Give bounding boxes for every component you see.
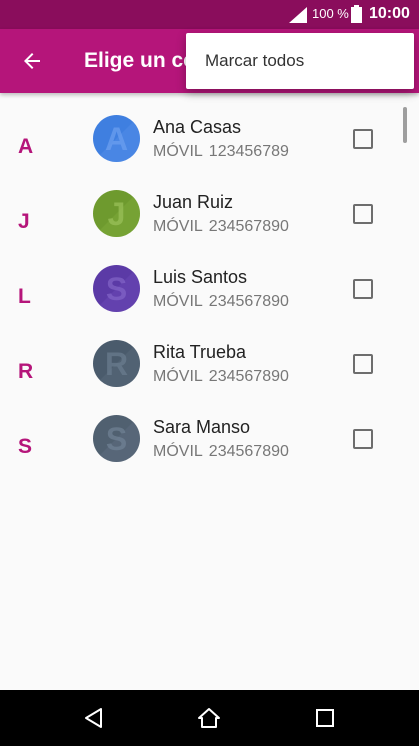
page-title: Elige un co bbox=[84, 49, 197, 72]
section-letter: L bbox=[18, 285, 31, 308]
contact-name: Rita Trueba bbox=[153, 342, 247, 362]
contact-checkbox[interactable] bbox=[353, 354, 373, 374]
phone-label: MÓVIL bbox=[153, 143, 203, 160]
scrollbar[interactable] bbox=[403, 107, 407, 143]
phone-label: MÓVIL bbox=[153, 368, 203, 385]
phone-label: MÓVIL bbox=[153, 218, 203, 235]
battery-icon bbox=[351, 5, 362, 23]
avatar: J bbox=[93, 190, 140, 237]
avatar-letter: S bbox=[106, 271, 127, 307]
contact-phone: MÓVIL 234567890 bbox=[153, 217, 289, 237]
signal-icon bbox=[289, 7, 307, 23]
avatar-letter: A bbox=[105, 121, 128, 157]
avatar-letter: S bbox=[106, 421, 127, 457]
avatar-letter: J bbox=[108, 196, 126, 232]
contact-row[interactable]: A A Ana Casas MÓVIL 123456789 bbox=[0, 110, 419, 185]
avatar: A bbox=[93, 115, 140, 162]
section-letter: S bbox=[18, 435, 33, 458]
contact-row[interactable]: S S Sara Manso MÓVIL 234567890 bbox=[0, 410, 419, 485]
phone-label: MÓVIL bbox=[153, 293, 203, 310]
contact-phone: MÓVIL 234567890 bbox=[153, 442, 289, 462]
contact-name: Luis Santos bbox=[153, 267, 248, 287]
overflow-menu: Marcar todos bbox=[186, 33, 414, 89]
nav-recents-icon[interactable] bbox=[313, 706, 337, 730]
avatar: S bbox=[93, 265, 140, 312]
navigation-bar bbox=[0, 690, 419, 746]
section-letter: A bbox=[18, 135, 34, 158]
arrow-back-icon[interactable] bbox=[20, 49, 44, 73]
phone-number: 234567890 bbox=[208, 368, 289, 385]
contact-name: Sara Manso bbox=[153, 417, 251, 437]
menu-item-mark-all[interactable]: Marcar todos bbox=[186, 33, 414, 89]
contact-checkbox[interactable] bbox=[353, 429, 373, 449]
phone-number: 123456789 bbox=[208, 143, 289, 160]
contact-row[interactable]: R R Rita Trueba MÓVIL 234567890 bbox=[0, 335, 419, 410]
contact-row[interactable]: L S Luis Santos MÓVIL 234567890 bbox=[0, 260, 419, 335]
nav-home-icon[interactable] bbox=[197, 706, 221, 730]
contact-phone: MÓVIL 234567890 bbox=[153, 367, 289, 387]
phone-number: 234567890 bbox=[208, 218, 289, 235]
contact-name: Juan Ruiz bbox=[153, 192, 234, 212]
contact-row[interactable]: J J Juan Ruiz MÓVIL 234567890 bbox=[0, 185, 419, 260]
contact-checkbox[interactable] bbox=[353, 279, 373, 299]
phone-label: MÓVIL bbox=[153, 443, 203, 460]
contact-checkbox[interactable] bbox=[353, 129, 373, 149]
section-letter: R bbox=[18, 360, 34, 383]
avatar-letter: R bbox=[105, 346, 128, 382]
battery-percentage: 100 % bbox=[312, 6, 349, 21]
avatar: S bbox=[93, 415, 140, 462]
avatar: R bbox=[93, 340, 140, 387]
phone-number: 234567890 bbox=[208, 443, 289, 460]
status-bar: 100 % 10:00 bbox=[0, 0, 419, 29]
phone-number: 234567890 bbox=[208, 293, 289, 310]
contact-name: Ana Casas bbox=[153, 117, 242, 137]
section-letter: J bbox=[18, 210, 30, 233]
clock: 10:00 bbox=[369, 5, 410, 22]
contact-checkbox[interactable] bbox=[353, 204, 373, 224]
contact-phone: MÓVIL 234567890 bbox=[153, 292, 289, 312]
contact-phone: MÓVIL 123456789 bbox=[153, 142, 289, 162]
nav-back-icon[interactable] bbox=[82, 706, 106, 730]
